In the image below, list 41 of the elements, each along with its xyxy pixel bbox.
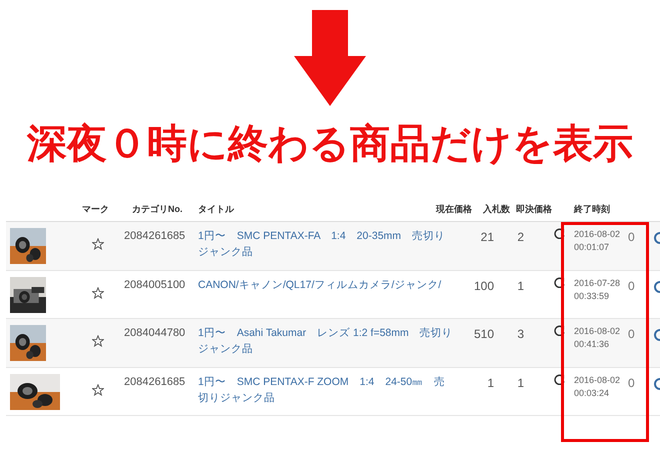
- count: 0: [628, 327, 635, 341]
- category-number: 2084261685: [124, 376, 186, 388]
- star-icon[interactable]: [92, 286, 104, 298]
- title-link[interactable]: 1円〜 SMC PENTAX-F ZOOM 1:4 24-50㎜ 売切りジャンク品: [198, 374, 454, 406]
- title-link[interactable]: 1円〜 SMC PENTAX-FA 1:4 20-35mm 売切りジャンク品: [198, 228, 454, 260]
- price: 21: [480, 230, 494, 244]
- end-time: 2016-07-28 00:33:59: [574, 278, 620, 300]
- refresh-icon[interactable]: [554, 228, 565, 239]
- down-arrow-icon: [294, 10, 366, 106]
- price: 1: [487, 376, 494, 390]
- bid-count: 1: [517, 376, 524, 390]
- title-link[interactable]: 1円〜 Asahi Takumar レンズ 1:2 f=58mm 売切りジャンク品: [198, 325, 454, 357]
- column-header: タイトル: [198, 204, 234, 214]
- column-header: カテゴリNo.: [132, 204, 182, 214]
- column-header: マーク: [82, 204, 109, 214]
- count: 0: [628, 376, 635, 390]
- column-header: 終了時刻: [574, 204, 610, 214]
- column-header: 現在価格: [436, 204, 472, 214]
- refresh-icon[interactable]: [554, 325, 565, 336]
- bid-count: 3: [517, 327, 524, 341]
- category-number: 2084005100: [124, 278, 186, 290]
- headline: 深夜０時に終わる商品だけを表示: [27, 121, 633, 168]
- bid-count: 1: [517, 278, 524, 292]
- count: 0: [628, 278, 635, 292]
- refresh-icon[interactable]: [554, 276, 565, 288]
- star-icon[interactable]: [92, 335, 104, 347]
- end-time: 2016-08-02 00:41:36: [574, 326, 620, 349]
- star-icon[interactable]: [92, 238, 104, 250]
- bid-count: 2: [517, 230, 524, 244]
- column-header: 入札数: [483, 204, 510, 214]
- category-number: 2084044780: [124, 327, 186, 339]
- end-time: 2016-08-02 00:01:07: [574, 229, 620, 252]
- refresh-icon[interactable]: [554, 374, 565, 384]
- price: 100: [474, 278, 494, 292]
- column-header: 即決価格: [516, 204, 552, 214]
- star-icon[interactable]: [92, 384, 104, 396]
- category-number: 2084261685: [124, 230, 186, 242]
- end-time: 2016-08-02 00:03:24: [574, 374, 620, 398]
- price: 510: [474, 327, 494, 341]
- count: 0: [628, 230, 635, 244]
- title-link[interactable]: CANON/キャノン/QL17/フィルムカメラ/ジャンク/: [198, 276, 454, 292]
